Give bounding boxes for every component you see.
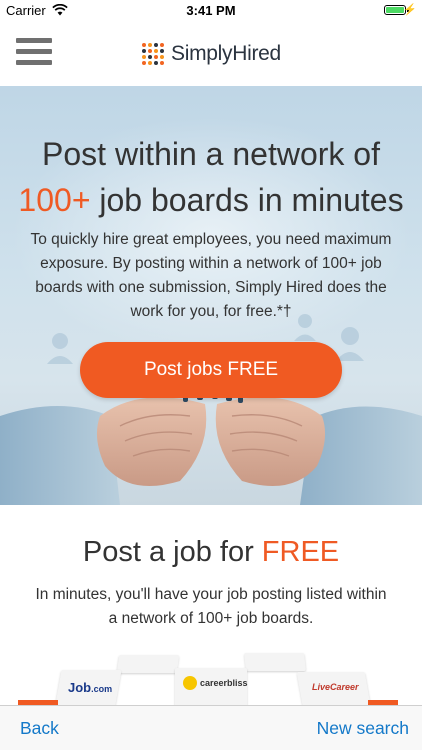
app-header: SimplyHired <box>0 22 422 86</box>
hero-title-line1: Post within a network of <box>42 136 380 172</box>
section-description: In minutes, you'll have your job posting… <box>35 586 387 627</box>
hamburger-icon[interactable] <box>16 38 52 70</box>
section-title-accent: FREE <box>261 536 340 568</box>
jobcom-logo-text: Job <box>68 680 92 695</box>
smiley-icon <box>183 676 197 690</box>
section-title-prefix: Post a job for <box>82 536 262 568</box>
jobcom-logo: Job.com <box>68 680 112 695</box>
section-title: Post a job for FREE <box>0 536 422 569</box>
status-bar: Carrier 3:41 PM ⚡ <box>0 0 422 22</box>
post-jobs-free-button[interactable]: Post jobs FREE <box>80 342 342 398</box>
hero-banner: Post within a network of 100+ job boards… <box>0 86 422 505</box>
logo-dots-icon <box>142 43 164 65</box>
logo-text: SimplyHired <box>171 42 281 65</box>
board-card <box>244 653 306 671</box>
charging-bolt-icon: ⚡ <box>403 4 417 16</box>
footnote-mark: *† <box>276 303 292 320</box>
jobcom-logo-suffix: .com <box>91 684 113 694</box>
job-boards-collage: Job.com careerbliss LiveCareer <box>0 650 422 710</box>
hero-description: To quickly hire great employees, you nee… <box>24 228 398 324</box>
bottom-toolbar: Back New search <box>0 705 422 750</box>
back-button[interactable]: Back <box>20 718 59 739</box>
hero-description-text: To quickly hire great employees, you nee… <box>30 231 392 320</box>
board-card <box>116 655 180 673</box>
hero-title-accent: 100+ <box>18 182 91 218</box>
livecareer-logo: LiveCareer <box>312 682 359 692</box>
hero-title-rest: job boards in minutes <box>90 182 404 218</box>
careerbliss-logo: careerbliss <box>200 678 248 688</box>
hero-title-line2: 100+ job boards in minutes <box>0 180 422 220</box>
simplyhired-logo[interactable]: SimplyHired <box>140 40 281 68</box>
new-search-button[interactable]: New search <box>317 718 409 739</box>
clock-time: 3:41 PM <box>186 3 236 18</box>
